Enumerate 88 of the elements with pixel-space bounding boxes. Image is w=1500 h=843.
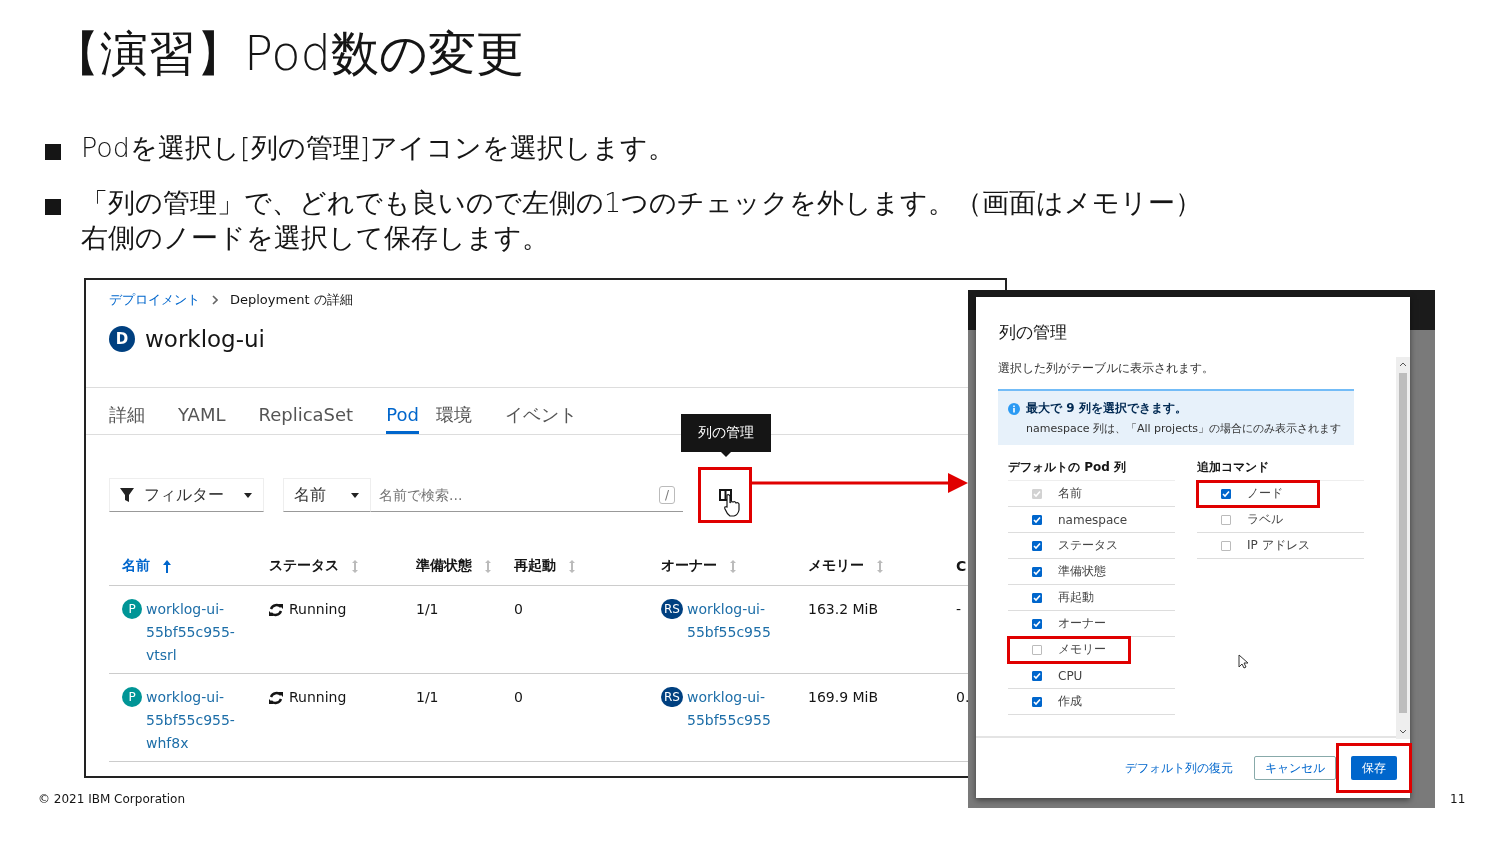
table-cell: 0	[501, 674, 648, 762]
pod-badge: P	[122, 687, 142, 707]
info-icon	[1008, 402, 1020, 415]
checkbox[interactable]	[1032, 514, 1042, 525]
checkbox-label: 準備状態	[1058, 563, 1106, 580]
bullet-icon	[45, 199, 61, 215]
bullet-text: 「列の管理」で、どれでも良いので左側の1つのチェックを外します。（画面はメモリー）	[81, 186, 1203, 220]
checkbox-label: メモリー	[1058, 641, 1106, 658]
checkbox-label: ノード	[1247, 485, 1283, 502]
group-heading: デフォルトの Pod 列	[1008, 459, 1175, 481]
cancel-button[interactable]: キャンセル	[1254, 756, 1336, 780]
checkbox-label: IP アドレス	[1247, 537, 1310, 554]
checkbox[interactable]	[1032, 540, 1042, 551]
breadcrumb-current: Deployment の詳細	[230, 291, 353, 309]
column-header[interactable]: オーナー	[648, 545, 795, 586]
checkbox[interactable]	[1221, 488, 1231, 499]
breadcrumb-link[interactable]: デプロイメント	[109, 291, 200, 309]
table-cell: 0	[501, 586, 648, 674]
sync-icon	[269, 690, 283, 705]
bullet-text: Podを選択し[列の管理]アイコンを選択します。	[81, 131, 676, 165]
replicaset-badge: RS	[661, 687, 683, 707]
search-by-dropdown[interactable]: 名前	[283, 478, 371, 512]
dialog-description: 選択した列がテーブルに表示されます。	[998, 360, 1215, 377]
bullet-text: 右側のノードを選択して保存します。	[81, 221, 550, 255]
filter-icon	[120, 488, 134, 502]
group-heading: 追加コマンド	[1197, 459, 1364, 481]
table-cell: 1/1	[403, 674, 501, 762]
alert-text: namespace 列は、「All projects」の場合にのみ表示されます	[1026, 421, 1342, 436]
chevron-icon	[212, 295, 218, 305]
checkbox-label: 作成	[1058, 693, 1082, 710]
checkbox[interactable]	[1032, 618, 1042, 629]
restore-link[interactable]: デフォルト列の復元	[1114, 756, 1244, 780]
caret-icon	[243, 491, 253, 499]
owner-link[interactable]: worklog-ui-55bf55c955	[686, 598, 787, 644]
tab[interactable]: 環境	[435, 388, 488, 434]
checkbox[interactable]	[1032, 592, 1042, 603]
shortcut-key: /	[658, 486, 675, 504]
column-header[interactable]: 名前	[109, 545, 256, 586]
tab[interactable]: イベント	[504, 388, 593, 434]
sort-up-icon[interactable]	[162, 558, 172, 574]
column-header[interactable]: メモリー	[795, 545, 943, 586]
tooltip: 列の管理	[681, 414, 771, 452]
sync-icon	[269, 602, 283, 617]
checkbox-label: namespace	[1058, 512, 1128, 527]
tab[interactable]: Pod	[386, 388, 419, 434]
tab[interactable]: ReplicaSet	[258, 388, 370, 434]
dialog-title: 列の管理	[999, 321, 1068, 344]
checkbox[interactable]	[1032, 670, 1042, 681]
tab[interactable]: YAML	[178, 388, 242, 434]
table-cell: 163.2 MiB	[795, 586, 943, 674]
checkbox[interactable]	[1032, 644, 1042, 655]
slide-title: 【演習】Pod数の変更	[52, 24, 525, 83]
table-cell: 1/1	[403, 586, 501, 674]
hand-cursor-icon	[723, 494, 741, 517]
checkbox[interactable]	[1032, 696, 1042, 707]
status-text: Running	[289, 688, 347, 707]
save-button[interactable]: 保存	[1351, 756, 1397, 780]
checkbox-label: ラベル	[1247, 511, 1283, 528]
column-header[interactable]: 再起動	[501, 545, 648, 586]
page-number: 11	[1450, 792, 1466, 806]
checkbox-label: CPU	[1058, 668, 1083, 683]
checkbox-label: 名前	[1058, 485, 1082, 502]
checkbox[interactable]	[1032, 566, 1042, 577]
tab[interactable]: 詳細	[109, 388, 161, 434]
filter-dropdown[interactable]: フィルター	[109, 478, 264, 512]
pod-link[interactable]: worklog-ui-55bf55c955-whf8x	[146, 686, 246, 755]
replicaset-badge: RS	[661, 599, 683, 619]
checkbox-label: ステータス	[1058, 537, 1118, 554]
checkbox-label: 再起動	[1058, 589, 1094, 606]
resource-badge: D	[109, 326, 135, 352]
page-title: worklog-ui	[145, 326, 265, 352]
columns-icon	[718, 489, 732, 501]
caret-icon	[350, 491, 360, 499]
table-cell: 169.9 MiB	[795, 674, 943, 762]
column-header[interactable]: ステータス	[256, 545, 403, 586]
pod-badge: P	[122, 599, 142, 619]
checkbox-label: オーナー	[1058, 615, 1106, 632]
alert-title: 最大で 9 列を選択できます。	[1026, 400, 1187, 417]
pointer-cursor-icon	[1238, 654, 1249, 669]
footer-text: © 2021 IBM Corporation	[38, 792, 185, 806]
pod-link[interactable]: worklog-ui-55bf55c955-vtsrl	[146, 598, 246, 667]
status-text: Running	[289, 600, 347, 619]
tooltip-arrow-icon	[721, 452, 731, 457]
owner-link[interactable]: worklog-ui-55bf55c955	[686, 686, 787, 732]
checkbox[interactable]	[1221, 540, 1231, 551]
bullet-icon	[45, 144, 61, 160]
column-header[interactable]: 準備状態	[403, 545, 501, 586]
checkbox[interactable]	[1221, 514, 1231, 525]
